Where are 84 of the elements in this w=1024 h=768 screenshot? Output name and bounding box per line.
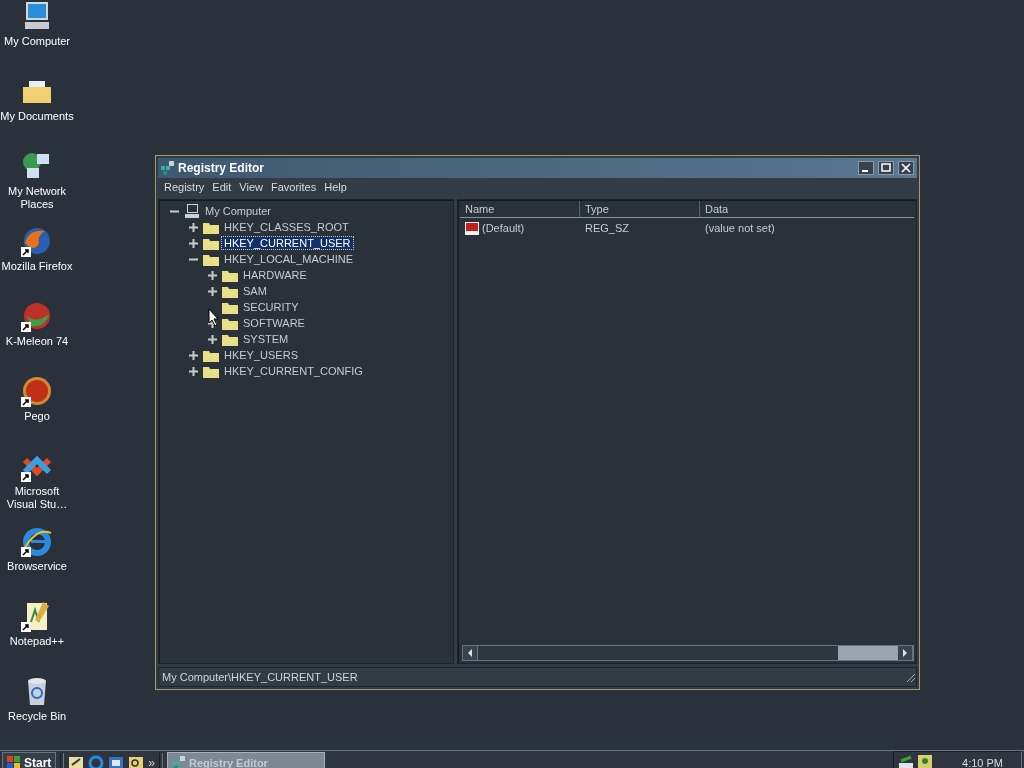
search-icon[interactable] (128, 754, 145, 768)
column-header[interactable]: Data (700, 201, 914, 217)
tree-item[interactable]: HARDWARE (241, 269, 309, 281)
folder-icon (203, 236, 219, 250)
shortcut-arrow-icon (21, 322, 31, 332)
folder-icon (222, 284, 238, 298)
registry-icon (172, 755, 186, 768)
tree-item[interactable]: SECURITY (241, 301, 301, 313)
horizontal-scrollbar[interactable] (462, 645, 914, 661)
desktop-icon-label[interactable]: My Network Places (0, 185, 74, 211)
scroll-left-button[interactable] (463, 646, 478, 660)
shortcut-arrow-icon (21, 622, 31, 632)
tree-item[interactable]: HKEY_LOCAL_MACHINE (222, 253, 355, 265)
tree-item[interactable]: SAM (241, 285, 269, 297)
desktop-icon-label[interactable]: Notepad++ (0, 635, 74, 648)
media-icon[interactable] (108, 754, 125, 768)
user-icon[interactable] (918, 754, 933, 768)
shortcut-arrow-icon (21, 547, 31, 557)
menu-item[interactable]: Edit (209, 181, 235, 193)
expand-icon[interactable] (208, 270, 217, 280)
shortcut-arrow-icon (21, 472, 31, 482)
expand-icon[interactable] (208, 286, 217, 296)
window-title: Registry Editor (178, 161, 265, 175)
mouse-pointer-icon (208, 308, 220, 326)
menu-item[interactable]: View (236, 181, 266, 193)
maximize-button[interactable] (878, 161, 894, 175)
desktop-icon-label[interactable]: Browservice (0, 560, 74, 573)
scroll-right-button[interactable] (898, 646, 913, 660)
string-value-icon (465, 221, 479, 235)
folder-icon (203, 364, 219, 378)
e-icon (21, 525, 53, 557)
desktop-icon-label[interactable]: Mozilla Firefox (0, 260, 74, 273)
start-button[interactable]: Start (2, 752, 57, 768)
tree-item[interactable]: HKEY_CURRENT_USER (222, 237, 353, 249)
clock[interactable]: 4:10 PM (962, 756, 1003, 768)
desktop-icon[interactable] (68, 754, 85, 768)
globe-icon (21, 225, 53, 257)
desktop-icon-label[interactable]: My Computer (0, 35, 74, 48)
folder-icon (203, 220, 219, 234)
expand-icon[interactable] (189, 238, 198, 248)
column-header[interactable]: Name (460, 201, 580, 217)
tree-item[interactable]: SOFTWARE (241, 317, 307, 329)
tree-item[interactable]: HKEY_CLASSES_ROOT (222, 221, 351, 233)
registry-icon (161, 161, 174, 175)
scroll-thumb[interactable] (838, 646, 898, 660)
shortcut-arrow-icon (21, 397, 31, 407)
tree-item[interactable]: HKEY_USERS (222, 349, 300, 361)
folder-icon (222, 268, 238, 282)
table-cell-text: REG_SZ (584, 222, 630, 234)
folder-icon (222, 332, 238, 346)
expand-icon[interactable] (189, 222, 198, 232)
tree-item[interactable]: HKEY_CURRENT_CONFIG (222, 365, 365, 377)
sphere-icon (21, 300, 53, 332)
desktop-icon-label[interactable]: My Documents (0, 110, 74, 123)
desktop-icon-label[interactable]: Pego (0, 410, 74, 423)
shortcut-arrow-icon (21, 247, 31, 257)
desktop-icon-label[interactable]: Microsoft Visual Stu… (0, 485, 74, 511)
expand-icon[interactable] (208, 334, 217, 344)
network-icon[interactable] (898, 754, 915, 768)
status-text: My Computer\HKEY_CURRENT_USER (162, 671, 359, 683)
menu-item[interactable]: Registry (161, 181, 208, 193)
minimize-button[interactable] (858, 161, 874, 175)
e-icon[interactable] (88, 754, 105, 768)
folder-icon (203, 348, 219, 362)
resize-grip-icon[interactable] (904, 671, 916, 683)
menu-item[interactable]: Help (321, 181, 350, 193)
menu-item[interactable]: Favorites (267, 181, 320, 193)
tree-item[interactable]: My Computer (203, 205, 274, 217)
folder-icon (203, 252, 219, 266)
tree-item[interactable]: SYSTEM (241, 333, 291, 345)
more-button[interactable]: » (148, 755, 156, 768)
desktop-icon-label[interactable]: Recycle Bin (0, 710, 74, 723)
windows-logo-icon (7, 755, 21, 768)
desktop-icon-label[interactable]: K-Meleon 74 (0, 335, 74, 348)
expand-icon[interactable] (189, 350, 198, 360)
value-name[interactable]: (Default) (482, 222, 525, 234)
ball-icon (21, 375, 53, 407)
expand-icon[interactable] (189, 366, 198, 376)
folder-icon (222, 316, 238, 330)
column-header[interactable]: Type (580, 201, 700, 217)
table-cell-text: (value not set) (704, 222, 776, 234)
close-button[interactable] (898, 161, 914, 175)
computer-icon (184, 204, 200, 218)
folder-icon (222, 300, 238, 314)
